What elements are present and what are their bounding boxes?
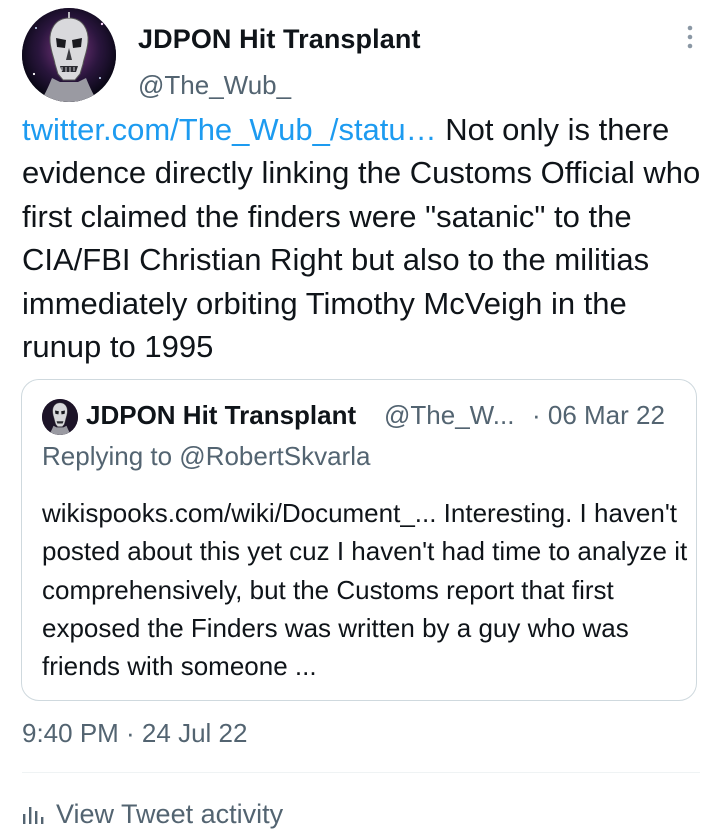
tweet-link[interactable]: twitter.com/The_Wub_/statu… — [22, 112, 437, 147]
quoted-tweet-text: wikispooks.com/wiki/Document_... Interes… — [42, 498, 688, 682]
skull-portrait-icon — [22, 8, 116, 102]
author-handle[interactable]: @The_Wub_ — [138, 70, 291, 101]
quoted-author-handle: @The_W... — [384, 400, 515, 430]
tweet-timestamp[interactable]: 9:40 PM · 24 Jul 22 — [22, 718, 247, 749]
quoted-tweet-card[interactable]: JDPON Hit Transplant @The_W... · 06 Mar … — [21, 379, 697, 701]
more-options-icon[interactable] — [684, 24, 696, 50]
quoted-tweet-date: · 06 Mar 22 — [532, 400, 665, 430]
skull-portrait-icon — [42, 399, 78, 435]
view-tweet-activity-label: View Tweet activity — [56, 798, 284, 829]
quoted-author-avatar — [42, 399, 78, 435]
tweet-body: Not only is there evidence directly link… — [22, 112, 701, 365]
author-display-name[interactable]: JDPON Hit Transplant — [138, 24, 421, 55]
tweet-header: JDPON Hit Transplant @The_Wub_ — [22, 8, 702, 108]
author-avatar[interactable] — [22, 8, 116, 102]
tweet-text: twitter.com/The_Wub_/statu… Not only is … — [22, 108, 702, 368]
quoted-author-display-name: JDPON Hit Transplant — [86, 400, 357, 430]
divider — [22, 772, 700, 773]
replying-to-label: Replying to @RobertSkvarla — [42, 441, 371, 471]
view-tweet-activity-link[interactable]: View Tweet activity — [22, 796, 283, 832]
analytics-bars-icon — [23, 807, 44, 824]
